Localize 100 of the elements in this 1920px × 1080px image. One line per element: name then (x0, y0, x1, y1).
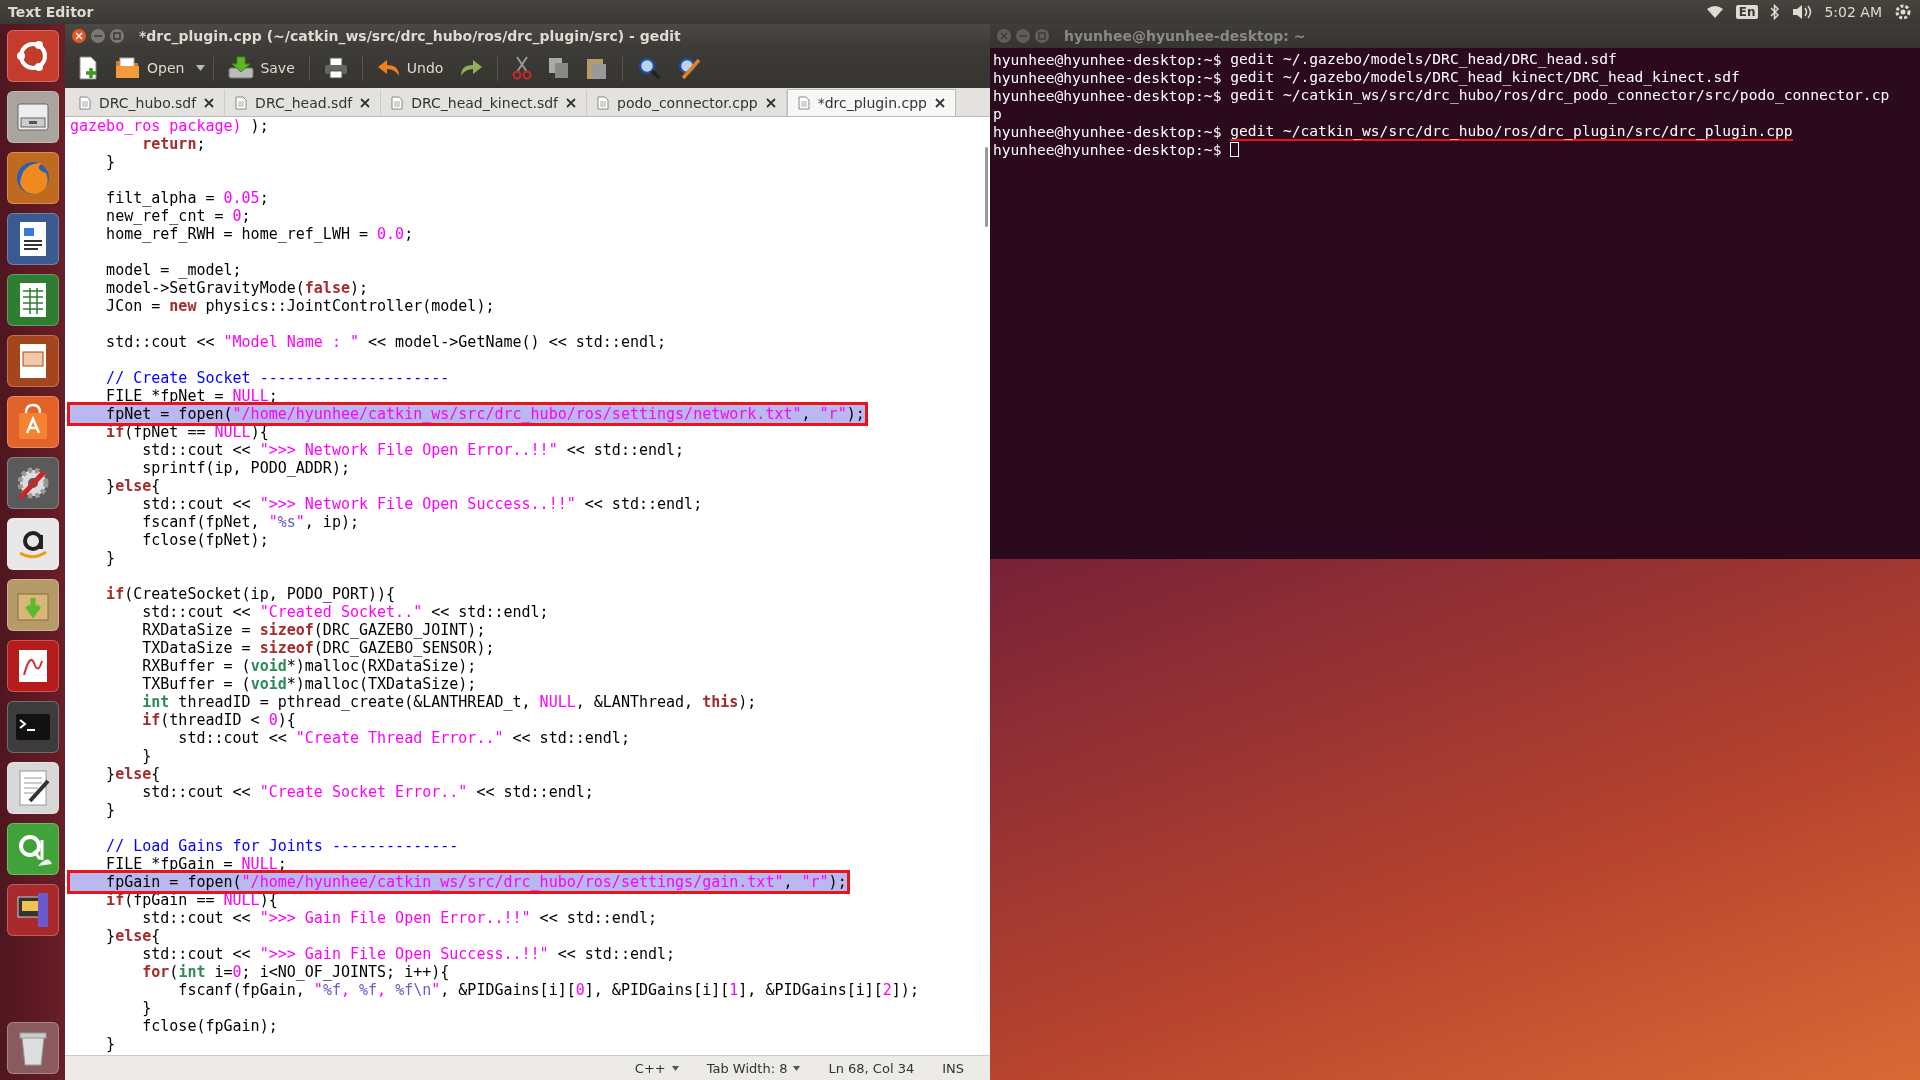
file-tab[interactable]: DRC_hubo.sdf (69, 90, 226, 116)
code-line: // Create Socket --------------------- (105, 369, 450, 387)
close-icon[interactable] (765, 98, 776, 108)
code-line: std::cout << "Create Socket Error.." << std::endl; (141, 783, 594, 801)
printer-icon (323, 57, 348, 79)
code-line: TXBuffer = (void*)malloc(TXDataSize); (141, 675, 477, 693)
code-line: model->SetGravityMode(false); (105, 279, 369, 297)
launcher-item[interactable] (6, 579, 59, 631)
code-line: JCon = new physics::JointController(model); (105, 297, 495, 315)
close-icon[interactable] (934, 98, 945, 108)
tab-width-selector[interactable]: Tab Width: 8 (706, 1060, 801, 1076)
launcher-item[interactable] (6, 213, 59, 265)
code-line: TXDataSize = sizeof(DRC_GAZEBO_SENSOR); (141, 639, 495, 657)
save-icon (228, 56, 255, 80)
cursor-position: Ln 68, Col 34 (828, 1060, 915, 1076)
terminal-command: gedit ~/catkin_ws/src/drc_hubo/ros/drc_plugin/src/drc_plugin.cpp (1230, 123, 1793, 141)
close-icon[interactable] (360, 98, 371, 108)
code-line: }else{ (105, 477, 161, 495)
paste-icon (586, 56, 609, 80)
code-line: } (105, 801, 116, 819)
copy-icon (548, 57, 571, 79)
wifi-icon[interactable] (1705, 5, 1724, 19)
close-icon[interactable] (566, 98, 576, 108)
document-icon (391, 96, 404, 110)
file-tab[interactable]: DRC_head.sdf (225, 90, 382, 116)
new-document-icon (77, 56, 99, 80)
code-line: fscanf(fpNet, "%s", ip); (141, 513, 359, 531)
launcher-item[interactable] (6, 640, 59, 692)
code-line: std::cout << ">>> Network File Open Error..!!" << std::endl; (141, 441, 685, 459)
launcher-item[interactable] (6, 884, 59, 936)
launcher-item[interactable] (6, 762, 59, 814)
code-line: fclose(fpGain); (141, 1017, 278, 1035)
code-line: } (141, 999, 152, 1017)
file-tab[interactable]: DRC_head_kinect.sdf (381, 90, 587, 116)
app-title: Text Editor (8, 4, 94, 20)
clock[interactable]: 5:02 AM (1824, 4, 1882, 20)
undo-icon (376, 58, 401, 78)
folder-icon (115, 56, 141, 80)
terminal-command: gedit ~/.gazebo/models/DRC_head_kinect/DRC_head_kinect.sdf (1230, 69, 1740, 87)
caret-icon (671, 1065, 679, 1071)
code-line: } (105, 153, 116, 171)
launcher-item[interactable] (6, 30, 59, 82)
caret-icon[interactable] (196, 65, 206, 71)
code-line: std::cout << "Create Thread Error.." << std::endl; (177, 729, 630, 747)
code-line: std::cout << ">>> Gain File Open Error..!!" << std::endl; (141, 909, 658, 927)
insert-mode: INS (942, 1060, 964, 1076)
undo-button[interactable]: Undo (370, 55, 450, 81)
window-title: hyunhee@hyunhee-desktop: ~ (1064, 28, 1306, 44)
code-line: std::cout << ">>> Network File Open Success..!!" << std::endl; (141, 495, 703, 513)
code-line: fclose(fpNet); (141, 531, 269, 549)
code-line: for(int i=0; i<NO_OF_JOINTS; i++){ (141, 963, 450, 981)
code-line: home_ref_RWH = home_ref_LWH = 0.0; (105, 225, 414, 243)
save-button[interactable]: Save (222, 53, 301, 83)
open-button[interactable]: Open (109, 53, 191, 83)
shell-prompt: hyunhee@hyunhee-desktop:~$ (993, 51, 1222, 69)
document-icon (235, 96, 248, 110)
shell-prompt: hyunhee@hyunhee-desktop:~$ (993, 141, 1222, 159)
terminal-command: gedit ~/catkin_ws/src/drc_hubo/ros/drc_podo_connector/src/podo_connector.cp (1230, 87, 1890, 105)
code-line: if(CreateSocket(ip, PODO_PORT)){ (105, 585, 396, 603)
language-selector[interactable]: C++ (634, 1060, 679, 1076)
close-icon[interactable] (71, 28, 87, 44)
launcher-item[interactable] (6, 335, 59, 387)
code-line: RXBuffer = (void*)malloc(RXDataSize); (141, 657, 477, 675)
terminal-output: p (993, 105, 1002, 123)
settings-icon[interactable] (1894, 3, 1912, 21)
launcher-item[interactable] (6, 91, 59, 143)
terminal-command: gedit ~/.gazebo/models/DRC_head/DRC_head.sdf (1230, 51, 1617, 69)
close-icon[interactable] (204, 98, 215, 108)
document-icon (79, 96, 91, 110)
text-cursor (1230, 142, 1240, 157)
window-title: *drc_plugin.cpp (~/catkin_ws/src/drc_hubo/ros/drc_plugin/src) - gedit (139, 28, 681, 44)
search-icon (637, 56, 662, 80)
document-icon (597, 96, 609, 110)
code-line: } (141, 747, 152, 765)
volume-icon[interactable] (1792, 4, 1813, 20)
code-line: std::cout << "Created Socket.." << std::endl; (141, 603, 549, 621)
maximize-icon[interactable] (109, 28, 125, 44)
file-tab[interactable]: podo_connector.cpp (587, 90, 787, 116)
file-tab[interactable]: *drc_plugin.cpp (786, 89, 956, 116)
bluetooth-icon[interactable] (1770, 4, 1781, 20)
code-line: return; (141, 135, 206, 153)
code-line: }else{ (105, 927, 161, 945)
launcher-item[interactable] (6, 823, 59, 875)
redo-icon (459, 58, 484, 78)
code-line: }else{ (105, 765, 161, 783)
launcher-item[interactable] (6, 274, 59, 326)
shell-prompt: hyunhee@hyunhee-desktop:~$ (993, 69, 1222, 87)
document-icon (797, 96, 810, 110)
code-line: } (105, 549, 116, 567)
code-line: new_ref_cnt = 0; (105, 207, 251, 225)
code-line: fscanf(fpGain, "%f, %f, %f\n", &PIDGains[i][0], &PIDGains[i][1], &PIDGains[i][2]); (177, 981, 919, 999)
launcher-item[interactable] (6, 457, 59, 509)
launcher-item[interactable] (6, 396, 59, 448)
find-replace-icon (677, 56, 702, 80)
code-line: // Load Gains for Joints -------------- (105, 837, 459, 855)
launcher-item[interactable] (6, 1022, 59, 1074)
scrollbar-thumb[interactable] (985, 147, 988, 227)
code-line: if(threadID < 0){ (141, 711, 296, 729)
keyboard-layout-indicator[interactable]: En (1735, 5, 1759, 19)
code-line: } (105, 1035, 116, 1053)
